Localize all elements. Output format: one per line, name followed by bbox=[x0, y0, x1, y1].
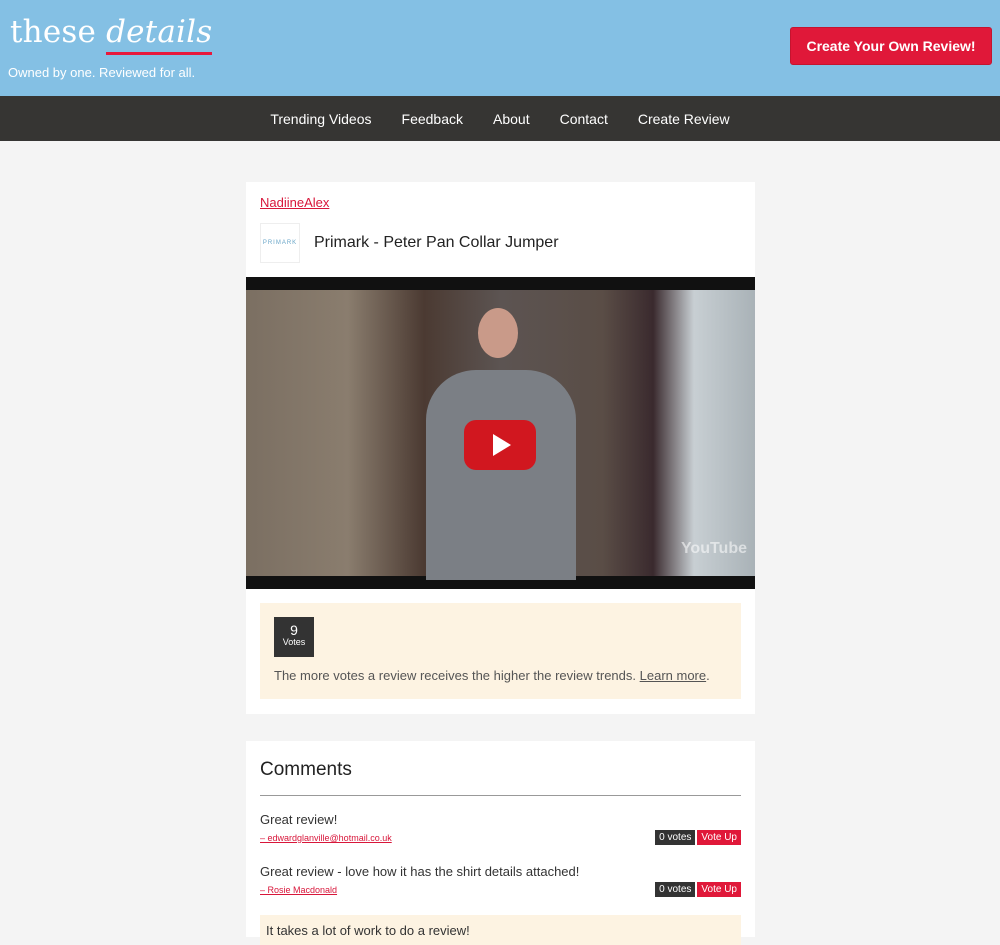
create-review-button[interactable]: Create Your Own Review! bbox=[790, 27, 992, 65]
comments-divider bbox=[260, 795, 741, 796]
learn-more-link[interactable]: Learn more bbox=[640, 668, 706, 683]
vote-label: Votes bbox=[282, 637, 306, 647]
video-subject-head bbox=[478, 308, 518, 358]
comments-heading: Comments bbox=[260, 759, 352, 780]
nav-feedback[interactable]: Feedback bbox=[387, 111, 478, 127]
logo-italic-text: details bbox=[106, 14, 213, 55]
review-title: Primark - Peter Pan Collar Jumper bbox=[314, 234, 559, 251]
site-header: these details Owned by one. Reviewed for… bbox=[0, 0, 1000, 96]
review-effort-note: It takes a lot of work to do a review! bbox=[260, 915, 741, 945]
vote-count-badge[interactable]: 9 Votes bbox=[274, 617, 314, 657]
vote-count: 9 bbox=[290, 622, 298, 638]
main-nav: Trending Videos Feedback About Contact C… bbox=[0, 96, 1000, 141]
logo-plain-text: these bbox=[10, 14, 97, 50]
comment-vote-count: 0 votes bbox=[655, 830, 696, 845]
brand-logo: PRIMARK bbox=[260, 223, 300, 263]
video-player[interactable]: YouTube bbox=[246, 277, 755, 589]
vote-up-button[interactable]: Vote Up bbox=[697, 830, 741, 845]
review-author-link[interactable]: NadiineAlex bbox=[260, 195, 329, 210]
site-tagline: Owned by one. Reviewed for all. bbox=[8, 65, 196, 80]
votes-panel: 9 Votes The more votes a review receives… bbox=[260, 603, 741, 699]
nav-trending-videos[interactable]: Trending Videos bbox=[255, 111, 386, 127]
nav-contact[interactable]: Contact bbox=[545, 111, 623, 127]
comment-vote-count: 0 votes bbox=[655, 882, 696, 897]
video-subject-body bbox=[426, 370, 576, 580]
nav-create-review[interactable]: Create Review bbox=[623, 111, 745, 127]
youtube-watermark: YouTube bbox=[680, 540, 747, 557]
comment-text: Great review! bbox=[260, 812, 338, 827]
logo-underline bbox=[106, 52, 213, 55]
comment-text: Great review - love how it has the shirt… bbox=[260, 864, 580, 879]
vote-explanation: The more votes a review receives the hig… bbox=[274, 668, 710, 683]
nav-about[interactable]: About bbox=[478, 111, 545, 127]
comment-actions: 0 votes Vote Up bbox=[655, 830, 741, 845]
vote-up-button[interactable]: Vote Up bbox=[697, 882, 741, 897]
review-card: NadiineAlex PRIMARK Primark - Peter Pan … bbox=[246, 182, 755, 714]
comments-card: Comments Great review! – edwardglanville… bbox=[246, 741, 755, 945]
comment-item: Great review - love how it has the shirt… bbox=[260, 864, 741, 897]
video-thumbnail: YouTube bbox=[246, 290, 755, 580]
comment-item: Great review! – edwardglanville@hotmail.… bbox=[260, 812, 741, 845]
play-button-icon[interactable] bbox=[464, 420, 536, 470]
site-logo[interactable]: these details bbox=[10, 14, 213, 55]
comment-actions: 0 votes Vote Up bbox=[655, 882, 741, 897]
